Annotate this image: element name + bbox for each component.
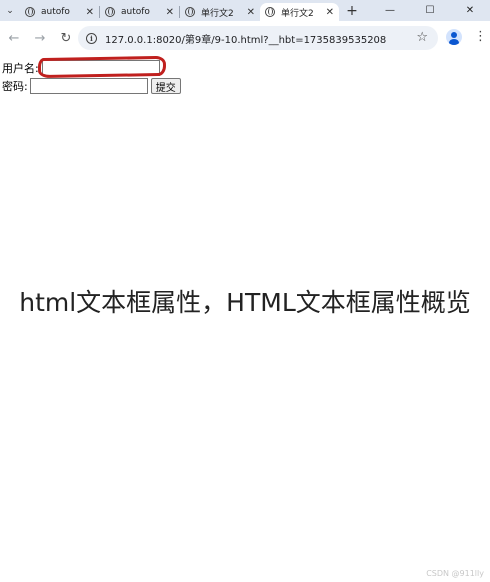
watermark: CSDN @911lly xyxy=(426,569,484,578)
tab-close-icon[interactable]: ✕ xyxy=(86,7,94,18)
url-text[interactable]: 127.0.0.1:8020/第9章/9-10.html?__hbt=17358… xyxy=(105,31,386,46)
tab-close-icon[interactable]: ✕ xyxy=(326,7,334,18)
tab-1[interactable]: autofo ✕ xyxy=(20,3,99,21)
password-input[interactable] xyxy=(29,78,148,94)
address-bar[interactable]: i 127.0.0.1:8020/第9章/9-10.html?__hbt=173… xyxy=(78,26,438,50)
bookmark-star-icon[interactable]: ☆ xyxy=(416,30,428,45)
tab-search-chevron-icon[interactable]: ⌄ xyxy=(0,0,20,21)
tab-2[interactable]: autofo ✕ xyxy=(100,3,179,21)
username-label: 用户名: xyxy=(2,62,39,75)
tab-title: 单行文2 xyxy=(281,8,314,19)
globe-icon xyxy=(105,7,115,17)
forward-arrow-icon[interactable]: → xyxy=(28,27,52,51)
back-arrow-icon[interactable]: ← xyxy=(2,27,26,51)
overlay-caption: html文本框属性，HTML文本框属性概览 xyxy=(19,288,471,317)
tab-title: autofo xyxy=(41,7,70,17)
password-row: 密码: 提交 xyxy=(2,78,181,94)
close-window-button[interactable]: ✕ xyxy=(450,0,490,21)
browser-toolbar: ← → ↻ i 127.0.0.1:8020/第9章/9-10.html?__h… xyxy=(0,21,490,56)
tab-3[interactable]: 单行文2 ✕ xyxy=(180,3,260,21)
tab-title: autofo xyxy=(121,7,150,17)
tab-title: 单行文2 xyxy=(201,8,234,19)
tab-close-icon[interactable]: ✕ xyxy=(166,7,174,18)
profile-avatar-icon[interactable] xyxy=(446,29,462,45)
new-tab-button[interactable]: + xyxy=(341,0,363,21)
reload-icon[interactable]: ↻ xyxy=(54,27,78,51)
minimize-button[interactable]: — xyxy=(370,0,410,21)
site-info-icon[interactable]: i xyxy=(86,32,97,44)
globe-icon xyxy=(265,7,275,17)
maximize-button[interactable]: ☐ xyxy=(410,0,450,21)
window-controls: — ☐ ✕ xyxy=(370,0,490,21)
password-label: 密码: xyxy=(2,80,28,93)
page-content: 用户名: 密码: 提交 html文本框属性，HTML文本框属性概览 CSDN @… xyxy=(0,55,490,582)
globe-icon xyxy=(185,7,195,17)
menu-kebab-icon[interactable]: ⋮ xyxy=(474,29,487,45)
submit-button[interactable]: 提交 xyxy=(150,78,181,94)
tab-close-icon[interactable]: ✕ xyxy=(247,7,255,18)
tab-strip: ⌄ autofo ✕ autofo ✕ 单行文2 ✕ 单行文2 ✕ + — ☐ … xyxy=(0,0,490,21)
red-highlight-annotation xyxy=(37,55,167,79)
tab-4-active[interactable]: 单行文2 ✕ xyxy=(260,3,339,21)
globe-icon xyxy=(25,7,35,17)
